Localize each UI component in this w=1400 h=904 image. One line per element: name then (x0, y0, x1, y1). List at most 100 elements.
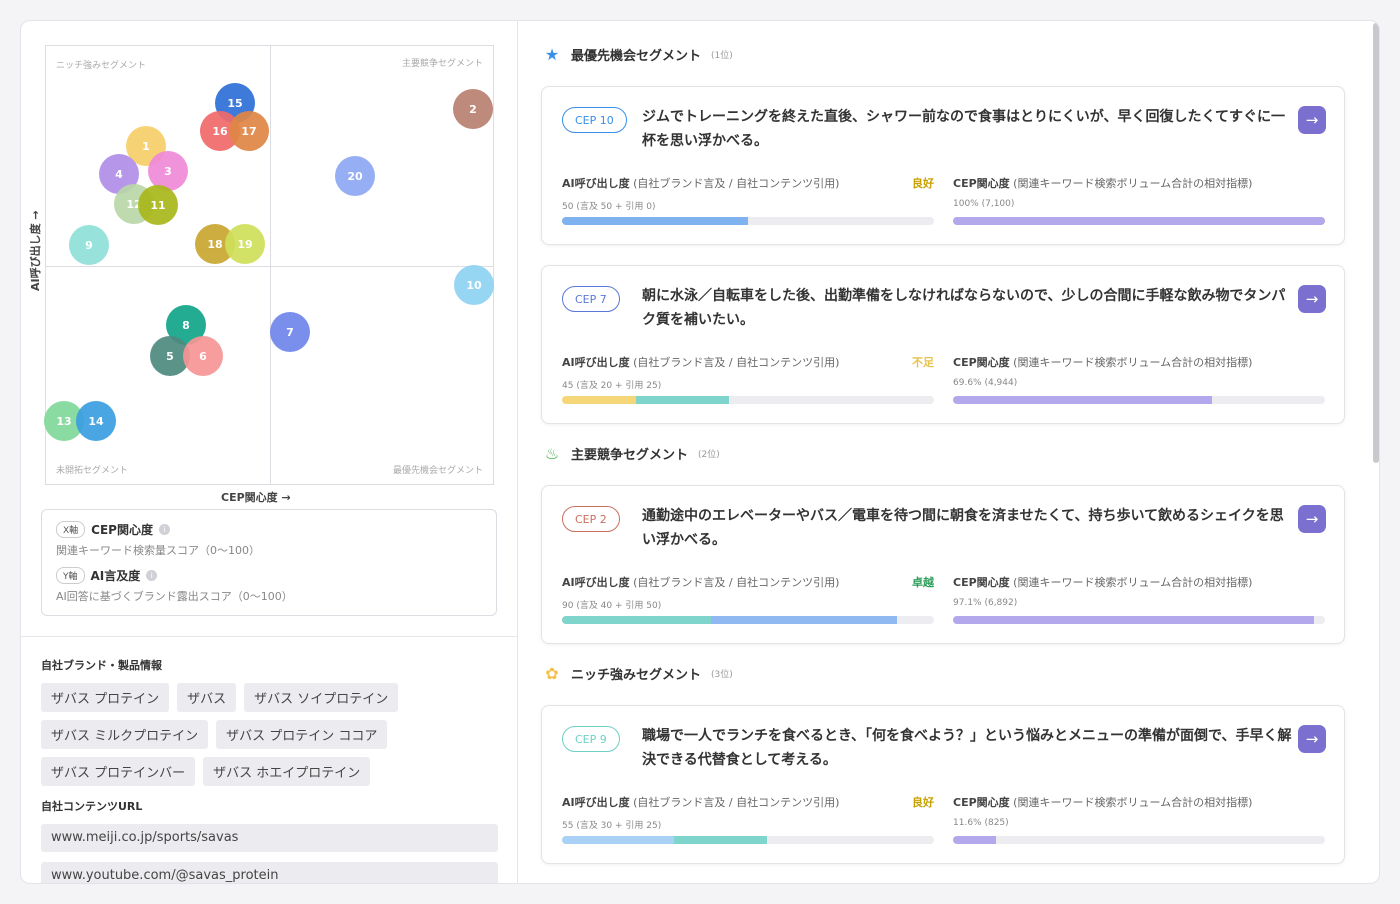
cep-metric-subtitle: (関連キーワード検索ボリューム合計の相対指標) (1009, 356, 1253, 369)
segment-rank: (1位) (711, 51, 733, 61)
cep-metric: CEP関心度 (関連キーワード検索ボリューム合計の相対指標) 100% (7,10… (953, 175, 1325, 225)
cep-bubble-9[interactable]: 9 (69, 225, 109, 265)
brand-chip[interactable]: ザバス ソイプロテイン (244, 683, 399, 712)
cep-fill (953, 616, 1315, 624)
scrollbar[interactable] (1373, 23, 1379, 463)
cep-card[interactable]: CEP 2 通勤途中のエレベーターやバス／電車を待つ間に朝食を済ませたくて、持ち歩… (541, 485, 1345, 644)
quadrant-label-competition: 主要競争セグメント (401, 59, 483, 69)
brand-chip[interactable]: ザバス プロテイン (41, 683, 170, 712)
mention-segment (562, 836, 674, 844)
brand-chip[interactable]: ザバス ホエイプロテイン (203, 757, 371, 786)
x-axis-label: CEP関心度 → (221, 491, 291, 504)
cep-metric-subtitle: (関連キーワード検索ボリューム合計の相対指標) (1009, 177, 1253, 190)
brand-chip[interactable]: ザバス プロテイン ココア (216, 720, 388, 749)
cep-metric: CEP関心度 (関連キーワード検索ボリューム合計の相対指標) 11.6% (825… (953, 794, 1325, 844)
cep-metric-title: CEP関心度 (関連キーワード検索ボリューム合計の相対指標) (953, 175, 1252, 191)
mention-segment (562, 396, 637, 404)
status-badge: 良好 (912, 796, 934, 809)
info-icon[interactable]: i (146, 569, 158, 581)
cep-progress-bar (953, 616, 1325, 624)
cep-card[interactable]: CEP 7 朝に水泳／自転車をした後、出勤準備をしなければならないので、少しの合間… (541, 265, 1345, 424)
arrow-right-icon[interactable]: → (1298, 106, 1326, 134)
ai-metric-subtitle: (自社ブランド言及 / 自社コンテンツ引用) (629, 796, 840, 809)
cep-description: ジムでトレーニングを終えた直後、シャワー前なので食事はとりにくいが、早く回復した… (642, 109, 1286, 149)
quadrant-label-priority: 最優先機会セグメント (392, 466, 483, 476)
content-url-field[interactable]: www.meiji.co.jp/sports/savas (41, 824, 498, 852)
segment-rank: (3位) (711, 670, 733, 680)
ai-metric: AI呼び出し度 (自社ブランド言及 / 自社コンテンツ引用) 不足 45 (言及 2… (562, 354, 934, 404)
ai-metric-detail: 90 (言及 40 + 引用 50) (562, 601, 662, 611)
cep-metric-detail: 100% (7,100) (953, 199, 1015, 209)
ai-metric-detail: 55 (言及 30 + 引用 25) (562, 821, 662, 831)
cep-metric-subtitle: (関連キーワード検索ボリューム合計の相対指標) (1009, 796, 1253, 809)
cep-bubble-19[interactable]: 19 (225, 224, 265, 264)
citation-segment (673, 836, 767, 844)
citation-segment (710, 616, 897, 624)
matrix-vertical-divider (270, 46, 271, 484)
brand-info-label: 自社ブランド・製品情報 (41, 659, 162, 672)
cep-card[interactable]: CEP 10 ジムでトレーニングを終えた直後、シャワー前なので食事はとりにくいが、… (541, 86, 1345, 245)
ai-metric-name: AI呼び出し度 (562, 356, 630, 369)
ai-metric-title: AI呼び出し度 (自社ブランド言及 / 自社コンテンツ引用) (562, 574, 839, 590)
cep-bubble-20[interactable]: 20 (335, 156, 375, 196)
segment-header: ★ 最優先機会セグメント (1位) (543, 45, 733, 64)
x-axis-chip: X軸 (56, 520, 86, 538)
brand-chip[interactable]: ザバス ミルクプロテイン (41, 720, 209, 749)
arrow-right-icon[interactable]: → (1298, 505, 1326, 533)
left-panel: ニッチ強みセグメント 主要競争セグメント 未開拓セグメント 最優先機会セグメント… (21, 21, 518, 883)
content-url-field[interactable]: www.youtube.com/@savas_protein (41, 862, 498, 883)
ai-metric-subtitle: (自社ブランド言及 / 自社コンテンツ引用) (629, 356, 840, 369)
brand-info-section: 自社ブランド・製品情報 ザバス プロテイン ザバス ザバス ソイプロテインザバス ミ… (41, 657, 501, 883)
cep-bubble-14[interactable]: 14 (76, 401, 116, 441)
cep-bubble-7[interactable]: 7 (270, 312, 310, 352)
cep-progress-bar (953, 836, 1325, 844)
ai-metric: AI呼び出し度 (自社ブランド言及 / 自社コンテンツ引用) 良好 50 (言及 5… (562, 175, 934, 225)
axis-legend: X軸 CEP関心度 i 関連キーワード検索量スコア（0〜100） Y軸 AI言及… (41, 509, 497, 616)
ai-metric-subtitle: (自社ブランド言及 / 自社コンテンツ引用) (629, 576, 840, 589)
ai-metric-detail: 50 (言及 50 + 引用 0) (562, 202, 656, 212)
segment-matrix: ニッチ強みセグメント 主要競争セグメント 未開拓セグメント 最優先機会セグメント… (44, 45, 494, 485)
arrow-right-icon[interactable]: → (1298, 285, 1326, 313)
cep-bubble-17[interactable]: 17 (229, 111, 269, 151)
cep-metric-subtitle: (関連キーワード検索ボリューム合計の相対指標) (1009, 576, 1253, 589)
cep-bubble-11[interactable]: 11 (138, 185, 178, 225)
y-axis-label: AI呼び出し度 → (29, 210, 42, 291)
cep-metric-name: CEP関心度 (953, 796, 1010, 809)
cep-card[interactable]: CEP 9 職場で一人でランチを食べるとき、「何を食べよう？」という悩みとメニュー… (541, 705, 1345, 864)
cep-description: 通勤途中のエレベーターやバス／電車を待つ間に朝食を済ませたくて、持ち歩いて飲める… (642, 508, 1284, 548)
ai-metric-name: AI呼び出し度 (562, 576, 630, 589)
ai-metric-name: AI呼び出し度 (562, 177, 630, 190)
segment-header: ✿ ニッチ強みセグメント (3位) (543, 664, 733, 683)
clover-icon: ✿ (545, 664, 559, 683)
ai-progress-bar (562, 396, 934, 404)
y-axis-chip: Y軸 (56, 566, 85, 584)
quadrant-label-niche: ニッチ強みセグメント (56, 61, 147, 71)
matrix-horizontal-divider (46, 266, 493, 267)
ai-metric: AI呼び出し度 (自社ブランド言及 / 自社コンテンツ引用) 卓越 90 (言及 4… (562, 574, 934, 624)
metric-head: AI呼び出し度 (自社ブランド言及 / 自社コンテンツ引用) 不足 (562, 354, 934, 370)
brand-chip-list: ザバス プロテイン ザバス ザバス ソイプロテインザバス ミルクプロテイン ザバス プ… (41, 683, 501, 786)
brand-chip[interactable]: ザバス (177, 683, 237, 712)
ai-metric-detail: 45 (言及 20 + 引用 25) (562, 381, 662, 391)
arrow-right-icon[interactable]: → (1298, 725, 1326, 753)
cep-metric-name: CEP関心度 (953, 576, 1010, 589)
content-url-label: 自社コンテンツURL (41, 800, 143, 813)
cep-metric: CEP関心度 (関連キーワード検索ボリューム合計の相対指標) 69.6% (4,9… (953, 354, 1325, 404)
content-url-list: www.meiji.co.jp/sports/savas www.youtube.… (41, 824, 501, 883)
metric-head: CEP関心度 (関連キーワード検索ボリューム合計の相対指標) (953, 574, 1325, 590)
mention-segment (562, 616, 711, 624)
status-badge: 不足 (912, 356, 934, 369)
segment-title: 主要競争セグメント (571, 448, 689, 463)
status-badge: 良好 (912, 177, 934, 190)
cep-bubble-10[interactable]: 10 (454, 265, 494, 305)
ai-metric-title: AI呼び出し度 (自社ブランド言及 / 自社コンテンツ引用) (562, 354, 839, 370)
metric-head: AI呼び出し度 (自社ブランド言及 / 自社コンテンツ引用) 良好 (562, 794, 934, 810)
ai-metric-title: AI呼び出し度 (自社ブランド言及 / 自社コンテンツ引用) (562, 175, 839, 191)
cep-bubble-6[interactable]: 6 (183, 336, 223, 376)
cep-metric-name: CEP関心度 (953, 356, 1010, 369)
metric-head: CEP関心度 (関連キーワード検索ボリューム合計の相対指標) (953, 175, 1325, 191)
x-axis-description: 関連キーワード検索量スコア（0〜100） (56, 544, 260, 557)
brand-chip[interactable]: ザバス プロテインバー (41, 757, 196, 786)
info-icon[interactable]: i (158, 523, 170, 535)
cep-bubble-2[interactable]: 2 (453, 89, 493, 129)
